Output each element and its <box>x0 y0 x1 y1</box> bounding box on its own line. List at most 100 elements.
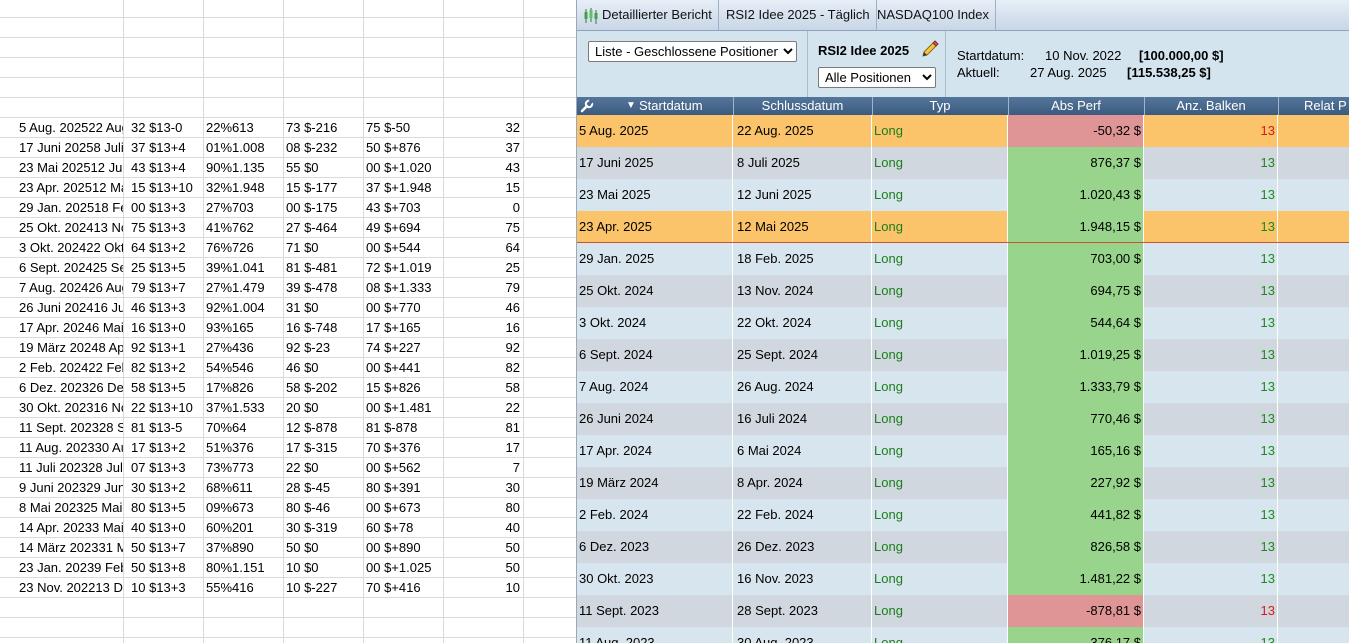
sheet-cell[interactable]: 75 <box>446 218 520 238</box>
sheet-cell[interactable]: 17 Apr. 20246 Mai <box>19 318 123 338</box>
sheet-cell[interactable]: 50 $+876 <box>366 138 443 158</box>
sheet-cell[interactable]: 37%1.533 <box>206 398 283 418</box>
sheet-cell[interactable]: 12 $-878 <box>286 418 363 438</box>
table-row[interactable]: 3 Okt. 2024 22 Okt. 2024 Long 544,64 $13 <box>577 307 1349 339</box>
table-row[interactable]: 23 Apr. 2025 12 Mai 2025 Long 1.948,15 $13 <box>577 211 1349 243</box>
sheet-cell[interactable]: 01%1.008 <box>206 138 283 158</box>
sheet-cell[interactable]: 79 $13+7 <box>131 278 203 298</box>
sheet-cell[interactable]: 11 Aug. 202330 Au <box>19 438 123 458</box>
sheet-cell[interactable]: 16 <box>446 318 520 338</box>
sheet-cell[interactable]: 39 $-478 <box>286 278 363 298</box>
sheet-cell[interactable]: 39%1.041 <box>206 258 283 278</box>
sheet-cell[interactable]: 32%1.948 <box>206 178 283 198</box>
sheet-cell[interactable]: 80 $+391 <box>366 478 443 498</box>
sheet-cell[interactable]: 50 $13+7 <box>131 538 203 558</box>
sheet-cell[interactable]: 0 <box>446 198 520 218</box>
sheet-cell[interactable]: 73 $-216 <box>286 118 363 138</box>
sheet-cell[interactable]: 23 Jan. 20239 Feb <box>19 558 123 578</box>
sheet-cell[interactable]: 30 $13+2 <box>131 478 203 498</box>
column-header-end[interactable]: Schlussdatum <box>733 97 873 115</box>
table-row[interactable]: 26 Juni 2024 16 Juli 2024 Long 770,46 $13 <box>577 403 1349 435</box>
sheet-cell[interactable]: 79 <box>446 278 520 298</box>
sheet-cell[interactable]: 14 März 202331 M <box>19 538 123 558</box>
sheet-cell[interactable]: 00 $+544 <box>366 238 443 258</box>
sheet-cell[interactable]: 3 Okt. 202422 Okt <box>19 238 123 258</box>
table-row[interactable]: 19 März 2024 8 Apr. 2024 Long 227,92 $13 <box>577 467 1349 499</box>
sheet-cell[interactable]: 92 $13+1 <box>131 338 203 358</box>
sheet-cell[interactable]: 22 $13+10 <box>131 398 203 418</box>
sheet-cell[interactable]: 64 $13+2 <box>131 238 203 258</box>
table-row[interactable]: 17 Apr. 2024 6 Mai 2024 Long 165,16 $13 <box>577 435 1349 467</box>
sheet-cell[interactable]: 31 $0 <box>286 298 363 318</box>
sheet-cell[interactable]: 25 <box>446 258 520 278</box>
sheet-cell[interactable]: 80%1.151 <box>206 558 283 578</box>
sheet-cell[interactable]: 9 Juni 202329 Jun <box>19 478 123 498</box>
sheet-cell[interactable]: 68%611 <box>206 478 283 498</box>
tab-strategy[interactable]: RSI2 Idee 2025 - Täglich <box>720 0 877 30</box>
sheet-cell[interactable]: 8 Mai 202325 Mai <box>19 498 123 518</box>
table-row[interactable]: 2 Feb. 2024 22 Feb. 2024 Long 441,82 $13 <box>577 499 1349 531</box>
sheet-cell[interactable]: 17 $-315 <box>286 438 363 458</box>
sheet-cell[interactable]: 27 $-464 <box>286 218 363 238</box>
table-row[interactable]: 7 Aug. 2024 26 Aug. 2024 Long 1.333,79 $13 <box>577 371 1349 403</box>
sheet-cell[interactable]: 15 <box>446 178 520 198</box>
sheet-cell[interactable]: 40 <box>446 518 520 538</box>
sheet-cell[interactable]: 82 <box>446 358 520 378</box>
sheet-cell[interactable]: 25 Okt. 202413 No <box>19 218 123 238</box>
column-header-abs-perf[interactable]: Abs Perf <box>1008 97 1145 115</box>
sheet-cell[interactable]: 00 $+562 <box>366 458 443 478</box>
tab-detailed-report[interactable]: Detaillierter Bericht <box>577 0 719 30</box>
sheet-cell[interactable]: 5 Aug. 202522 Aug <box>19 118 123 138</box>
sheet-cell[interactable]: 93%165 <box>206 318 283 338</box>
table-row[interactable]: 6 Sept. 2024 25 Sept. 2024 Long 1.019,25 $1… <box>577 339 1349 371</box>
table-row[interactable]: 11 Sept. 2023 28 Sept. 2023 Long -878,81 $1… <box>577 595 1349 627</box>
positions-filter-select[interactable]: Alle Positionen <box>818 67 936 88</box>
sheet-cell[interactable]: 55 $0 <box>286 158 363 178</box>
sheet-cell[interactable]: 20 $0 <box>286 398 363 418</box>
sheet-cell[interactable]: 32 <box>446 118 520 138</box>
sheet-cell[interactable]: 00 $+1.481 <box>366 398 443 418</box>
sheet-cell[interactable]: 08 $-232 <box>286 138 363 158</box>
table-row[interactable]: 5 Aug. 2025 22 Aug. 2025 Long -50,32 $13 <box>577 115 1349 147</box>
sheet-cell[interactable]: 11 Juli 202328 Jul <box>19 458 123 478</box>
sheet-cell[interactable]: 00 $+1.025 <box>366 558 443 578</box>
column-header-relat-perf[interactable]: Relat P <box>1278 97 1349 115</box>
sheet-cell[interactable]: 46 <box>446 298 520 318</box>
sheet-cell[interactable]: 00 $+770 <box>366 298 443 318</box>
table-row[interactable]: 17 Juni 2025 8 Juli 2025 Long 876,37 $13 <box>577 147 1349 179</box>
sheet-cell[interactable]: 81 $-481 <box>286 258 363 278</box>
table-row[interactable]: 6 Dez. 2023 26 Dez. 2023 Long 826,58 $13 <box>577 531 1349 563</box>
sheet-cell[interactable]: 10 $13+3 <box>131 578 203 598</box>
sheet-cell[interactable]: 00 $+890 <box>366 538 443 558</box>
sheet-cell[interactable]: 27%436 <box>206 338 283 358</box>
sheet-cell[interactable]: 73%773 <box>206 458 283 478</box>
sheet-cell[interactable]: 92 $-23 <box>286 338 363 358</box>
sheet-cell[interactable]: 7 Aug. 202426 Aug <box>19 278 123 298</box>
sheet-cell[interactable]: 40 $13+0 <box>131 518 203 538</box>
sheet-cell[interactable]: 08 $+1.333 <box>366 278 443 298</box>
sheet-cell[interactable]: 26 Juni 202416 Juli <box>19 298 123 318</box>
sheet-cell[interactable]: 17 $+165 <box>366 318 443 338</box>
sheet-cell[interactable]: 17 <box>446 438 520 458</box>
sheet-cell[interactable]: 7 <box>446 458 520 478</box>
sheet-cell[interactable]: 00 $13+3 <box>131 198 203 218</box>
sheet-cell[interactable]: 16 $-748 <box>286 318 363 338</box>
sheet-cell[interactable]: 00 $+673 <box>366 498 443 518</box>
sheet-cell[interactable]: 90%1.135 <box>206 158 283 178</box>
sheet-cell[interactable]: 00 $+1.020 <box>366 158 443 178</box>
sheet-cell[interactable]: 19 März 20248 Apr <box>19 338 123 358</box>
sheet-cell[interactable]: 6 Sept. 202425 Se <box>19 258 123 278</box>
spreadsheet[interactable]: 5 Aug. 202522 Aug 32 $13-0 22%613 73 $-216 7… <box>0 0 576 643</box>
sheet-cell[interactable]: 41%762 <box>206 218 283 238</box>
table-row[interactable]: 30 Okt. 2023 16 Nov. 2023 Long 1.481,22 $13 <box>577 563 1349 595</box>
sheet-cell[interactable]: 29 Jan. 202518 Fe <box>19 198 123 218</box>
wrench-icon[interactable] <box>580 99 594 113</box>
sheet-cell[interactable]: 51%376 <box>206 438 283 458</box>
table-row[interactable]: 25 Okt. 2024 13 Nov. 2024 Long 694,75 $13 <box>577 275 1349 307</box>
sheet-cell[interactable]: 27%1.479 <box>206 278 283 298</box>
sheet-cell[interactable]: 43 $13+4 <box>131 158 203 178</box>
sheet-cell[interactable]: 70 $+376 <box>366 438 443 458</box>
edit-pencil-icon[interactable] <box>920 39 940 59</box>
sheet-cell[interactable]: 50 <box>446 558 520 578</box>
sheet-cell[interactable]: 25 $13+5 <box>131 258 203 278</box>
